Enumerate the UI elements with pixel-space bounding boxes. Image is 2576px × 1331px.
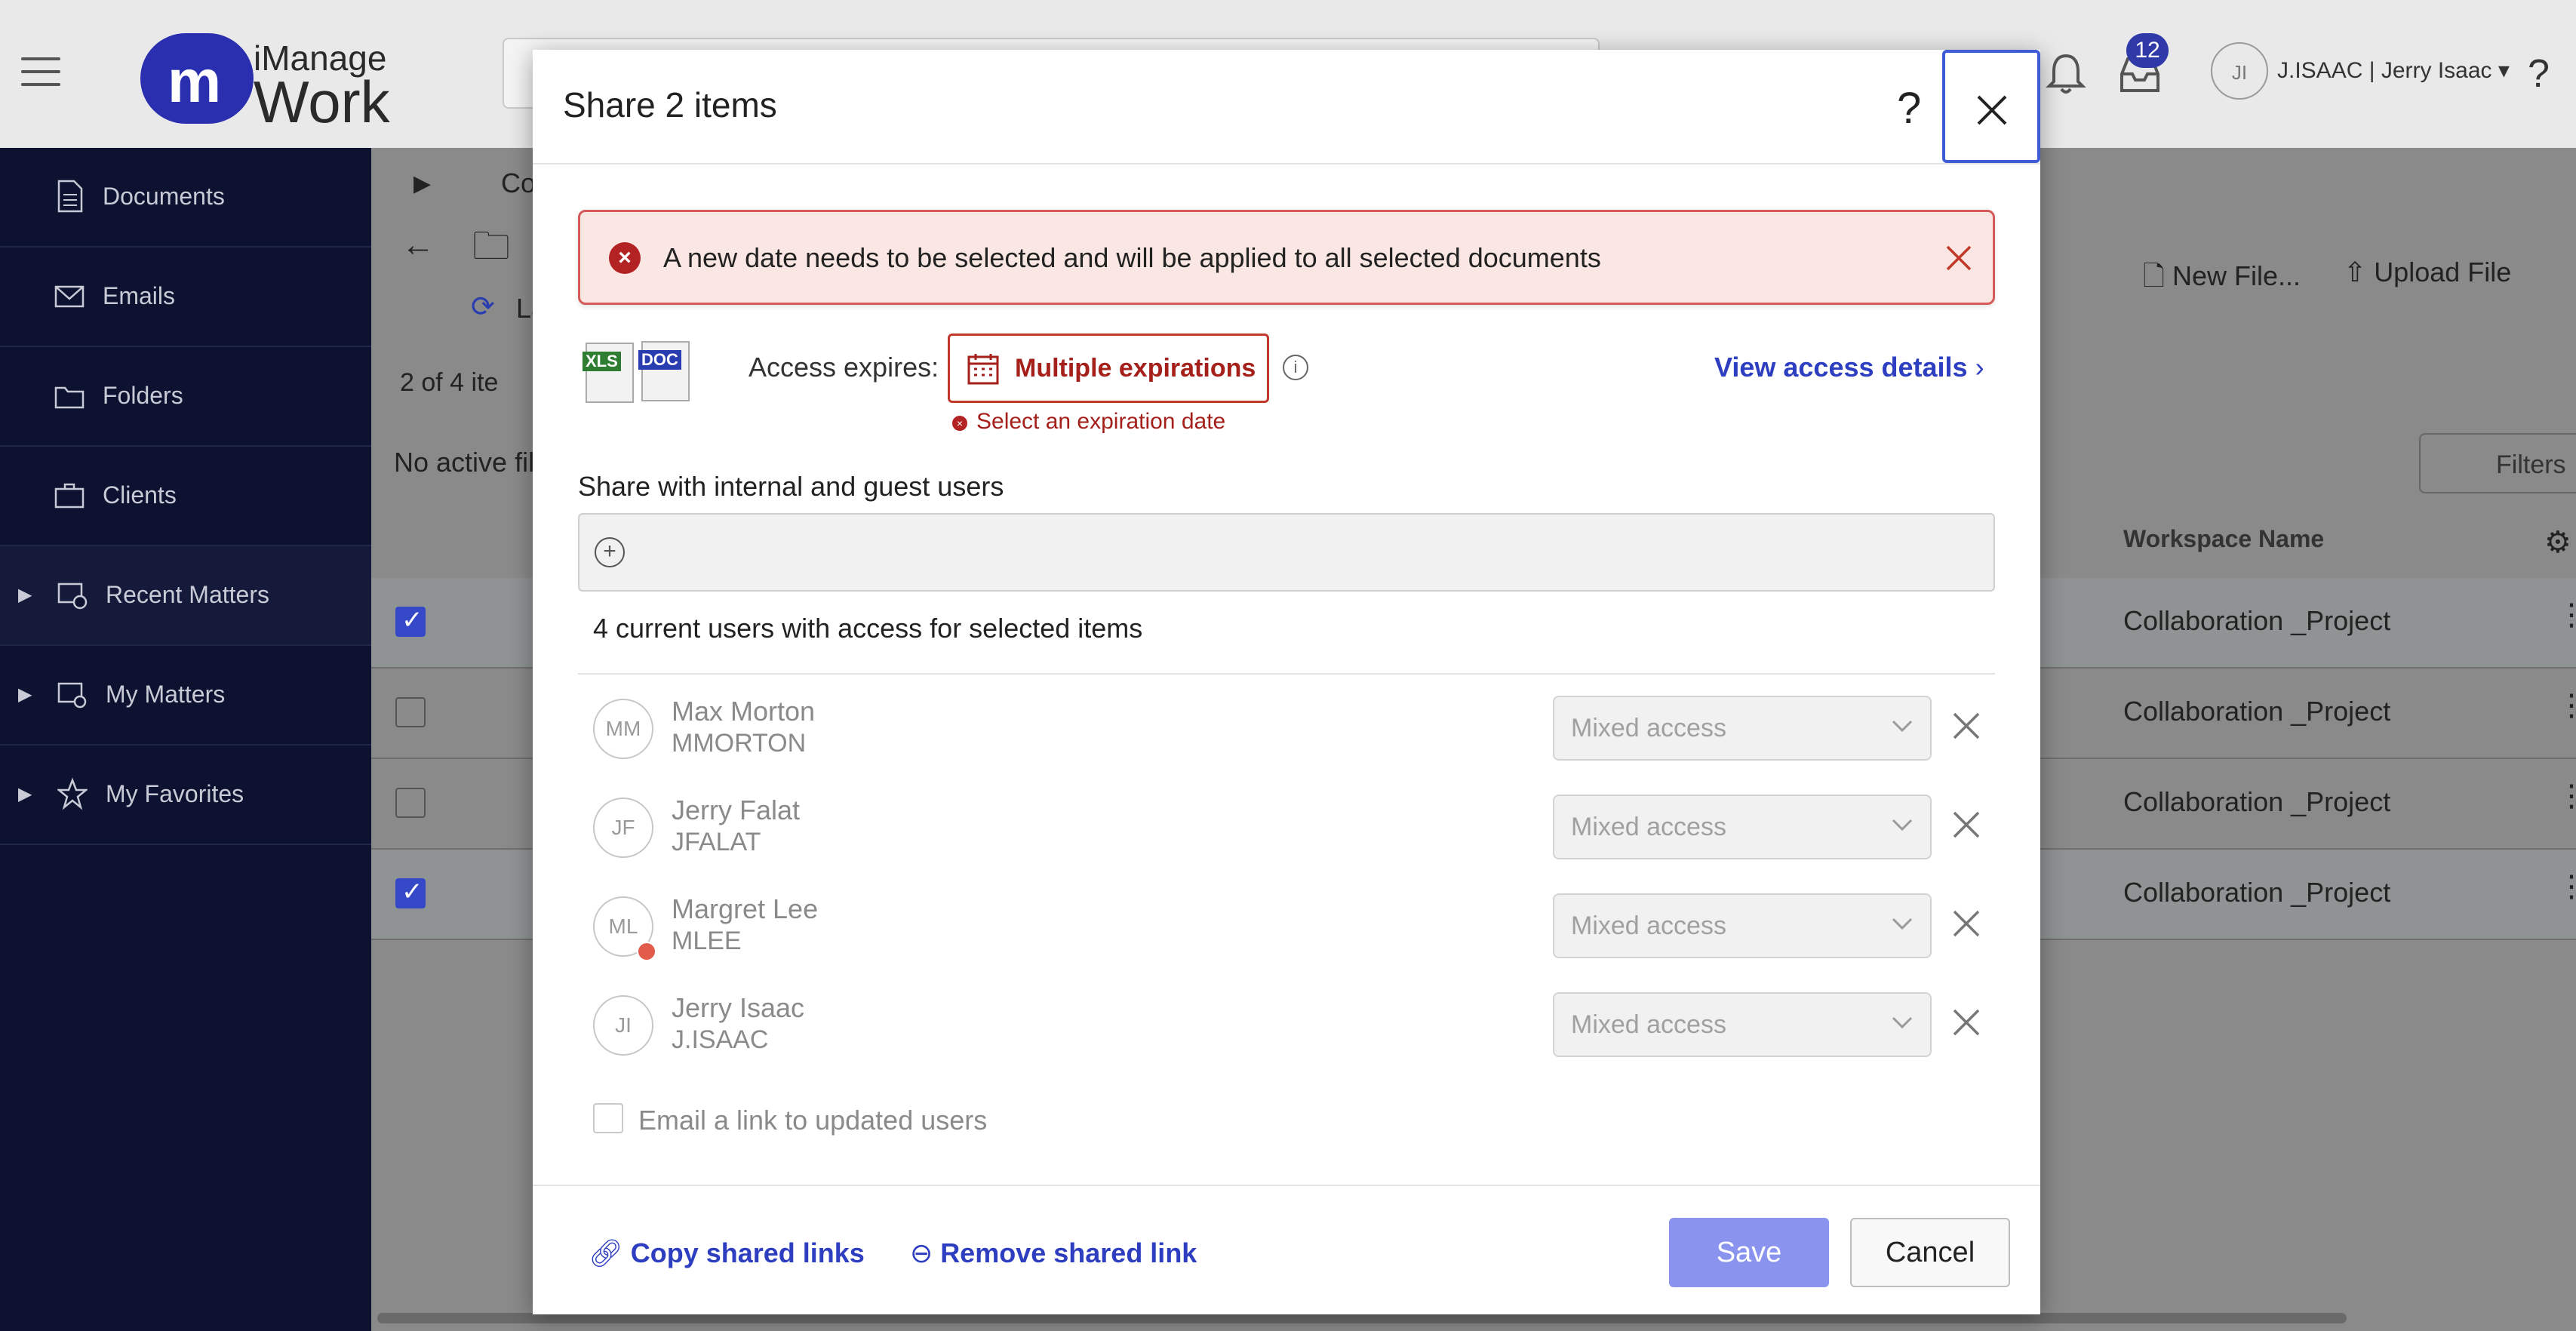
external-user-badge-icon	[637, 942, 656, 961]
close-icon	[1977, 95, 2007, 125]
dialog-title: Share 2 items	[563, 85, 777, 124]
email-link-label[interactable]: Email a link to updated users	[638, 1105, 987, 1136]
xls-file-icon: XLS	[583, 343, 634, 403]
close-dialog-button[interactable]	[1942, 50, 2040, 163]
user-name: Jerry Isaac	[672, 992, 805, 1023]
user-id: MLEE	[672, 927, 742, 955]
remove-user-icon[interactable]	[1950, 808, 1983, 841]
save-button[interactable]: Save	[1669, 1218, 1829, 1287]
error-icon: ×	[609, 242, 641, 274]
close-alert-icon[interactable]	[1941, 241, 1976, 275]
access-expires-label: Access expires:	[749, 352, 939, 383]
chevron-down-icon	[1892, 1016, 1913, 1029]
remove-shared-link-label: Remove shared link	[940, 1237, 1197, 1268]
user-row: ML Margret Lee MLEE Mixed access	[593, 881, 1997, 972]
remove-user-icon[interactable]	[1950, 709, 1983, 742]
access-level-select[interactable]: Mixed access	[1553, 992, 1932, 1057]
selected-file-icons: XLS DOC	[579, 338, 700, 413]
access-level-value: Mixed access	[1571, 813, 1726, 841]
access-level-value: Mixed access	[1571, 714, 1726, 742]
share-users-input[interactable]: +	[578, 513, 1995, 592]
user-name: Jerry Falat	[672, 795, 801, 825]
dialog-footer: 🔗︎ Copy shared links ⊖ Remove shared lin…	[533, 1185, 2040, 1316]
chevron-down-icon	[1892, 819, 1913, 831]
cancel-button[interactable]: Cancel	[1850, 1218, 2010, 1287]
remove-user-icon[interactable]	[1950, 907, 1983, 940]
user-id: MMORTON	[672, 729, 807, 758]
dialog-header: Share 2 items ?	[533, 50, 2040, 164]
access-level-select[interactable]: Mixed access	[1553, 795, 1932, 859]
user-row: JF Jerry Falat JFALAT Mixed access	[593, 782, 1997, 873]
access-level-value: Mixed access	[1571, 1010, 1726, 1039]
view-access-details-link[interactable]: View access details ›	[1714, 352, 1984, 383]
user-name: Margret Lee	[672, 893, 819, 924]
expiration-error: × Select an expiration date	[952, 409, 1225, 435]
expiration-error-text: Select an expiration date	[976, 409, 1226, 434]
file-type-tag: DOC	[638, 350, 681, 370]
current-users-heading: 4 current users with access for selected…	[593, 613, 1143, 644]
access-level-select[interactable]: Mixed access	[1553, 696, 1932, 761]
copy-shared-links-button[interactable]: 🔗︎ Copy shared links	[589, 1237, 865, 1269]
copy-shared-links-label: Copy shared links	[630, 1237, 865, 1268]
avatar: MM	[593, 699, 653, 759]
remove-user-icon[interactable]	[1950, 1006, 1983, 1039]
share-dialog: Share 2 items ? × A new date needs to be…	[533, 50, 2040, 1314]
remove-shared-link-button[interactable]: ⊖ Remove shared link	[910, 1237, 1197, 1269]
help-button[interactable]: ?	[1897, 83, 1921, 134]
chevron-down-icon	[1892, 918, 1913, 930]
link-icon: 🔗︎	[589, 1237, 623, 1268]
share-with-label: Share with internal and guest users	[578, 471, 1004, 502]
avatar: JI	[593, 995, 653, 1056]
user-row: MM Max Morton MMORTON Mixed access	[593, 684, 1997, 774]
error-alert: × A new date needs to be selected and wi…	[578, 210, 1995, 305]
info-icon[interactable]: i	[1283, 355, 1308, 380]
expiration-button-label: Multiple expirations	[1015, 354, 1256, 383]
chevron-down-icon	[1892, 720, 1913, 733]
user-id: J.ISAAC	[672, 1025, 769, 1054]
access-level-value: Mixed access	[1571, 911, 1726, 940]
expiration-date-button[interactable]: Multiple expirations	[948, 334, 1269, 403]
file-type-tag: XLS	[583, 352, 621, 371]
user-id: JFALAT	[672, 828, 761, 856]
minus-circle-icon: ⊖	[910, 1237, 933, 1268]
alert-message: A new date needs to be selected and will…	[663, 242, 1601, 273]
doc-file-icon: DOC	[638, 341, 690, 401]
chevron-right-icon: ›	[1975, 352, 1984, 383]
email-link-checkbox[interactable]	[593, 1103, 623, 1133]
divider	[578, 673, 1995, 675]
user-name: Max Morton	[672, 696, 816, 727]
user-row: JI Jerry Isaac J.ISAAC Mixed access	[593, 980, 1997, 1071]
access-level-select[interactable]: Mixed access	[1553, 893, 1932, 958]
error-icon: ×	[952, 416, 967, 431]
view-access-details-label: View access details	[1714, 352, 1968, 383]
add-user-icon[interactable]: +	[595, 537, 625, 567]
calendar-icon	[967, 354, 999, 385]
avatar: JF	[593, 798, 653, 858]
